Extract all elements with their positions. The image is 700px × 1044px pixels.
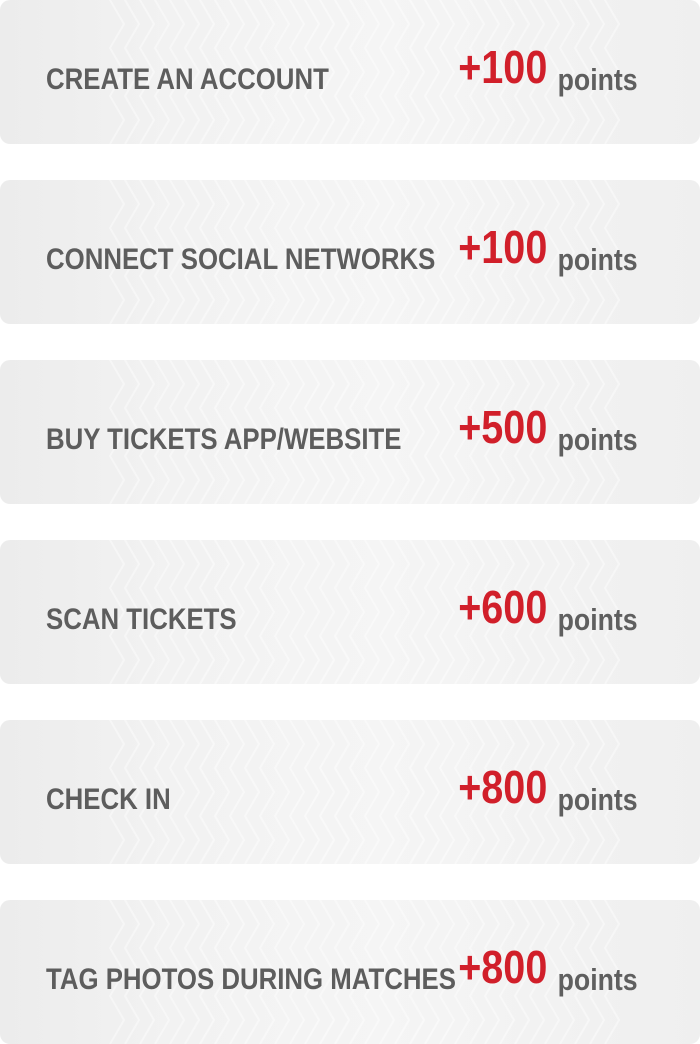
reward-points: +800 points xyxy=(459,900,638,1044)
reward-action-label: CHECK IN xyxy=(46,783,171,816)
points-unit: points xyxy=(558,422,638,457)
reward-points: +100 points xyxy=(459,180,638,324)
points-unit: points xyxy=(558,782,638,817)
reward-points: +500 points xyxy=(459,360,638,504)
reward-row-buy-tickets: BUY TICKETS APP/WEBSITE +500 points xyxy=(0,360,700,504)
points-unit: points xyxy=(558,242,638,277)
points-amount: +800 xyxy=(458,941,548,993)
reward-action-label: CREATE AN ACCOUNT xyxy=(46,63,329,96)
reward-row-create-account: CREATE AN ACCOUNT +100 points xyxy=(0,0,700,144)
reward-points: +600 points xyxy=(459,540,638,684)
reward-action-label: BUY TICKETS APP/WEBSITE xyxy=(46,423,402,456)
reward-action-label: CONNECT SOCIAL NETWORKS xyxy=(46,243,436,276)
points-amount: +800 xyxy=(458,761,548,813)
reward-points: +800 points xyxy=(459,720,638,864)
points-unit: points xyxy=(558,62,638,97)
points-unit: points xyxy=(558,962,638,997)
reward-action-label: TAG PHOTOS DURING MATCHES xyxy=(46,963,456,996)
reward-row-tag-photos: TAG PHOTOS DURING MATCHES +800 points xyxy=(0,900,700,1044)
reward-row-check-in: CHECK IN +800 points xyxy=(0,720,700,864)
points-amount: +600 xyxy=(458,581,548,633)
reward-row-connect-social: CONNECT SOCIAL NETWORKS +100 points xyxy=(0,180,700,324)
points-unit: points xyxy=(558,602,638,637)
reward-row-scan-tickets: SCAN TICKETS +600 points xyxy=(0,540,700,684)
reward-action-label: SCAN TICKETS xyxy=(46,603,237,636)
points-amount: +100 xyxy=(458,41,548,93)
points-amount: +100 xyxy=(458,221,548,273)
points-amount: +500 xyxy=(458,401,548,453)
reward-points: +100 points xyxy=(459,0,638,144)
